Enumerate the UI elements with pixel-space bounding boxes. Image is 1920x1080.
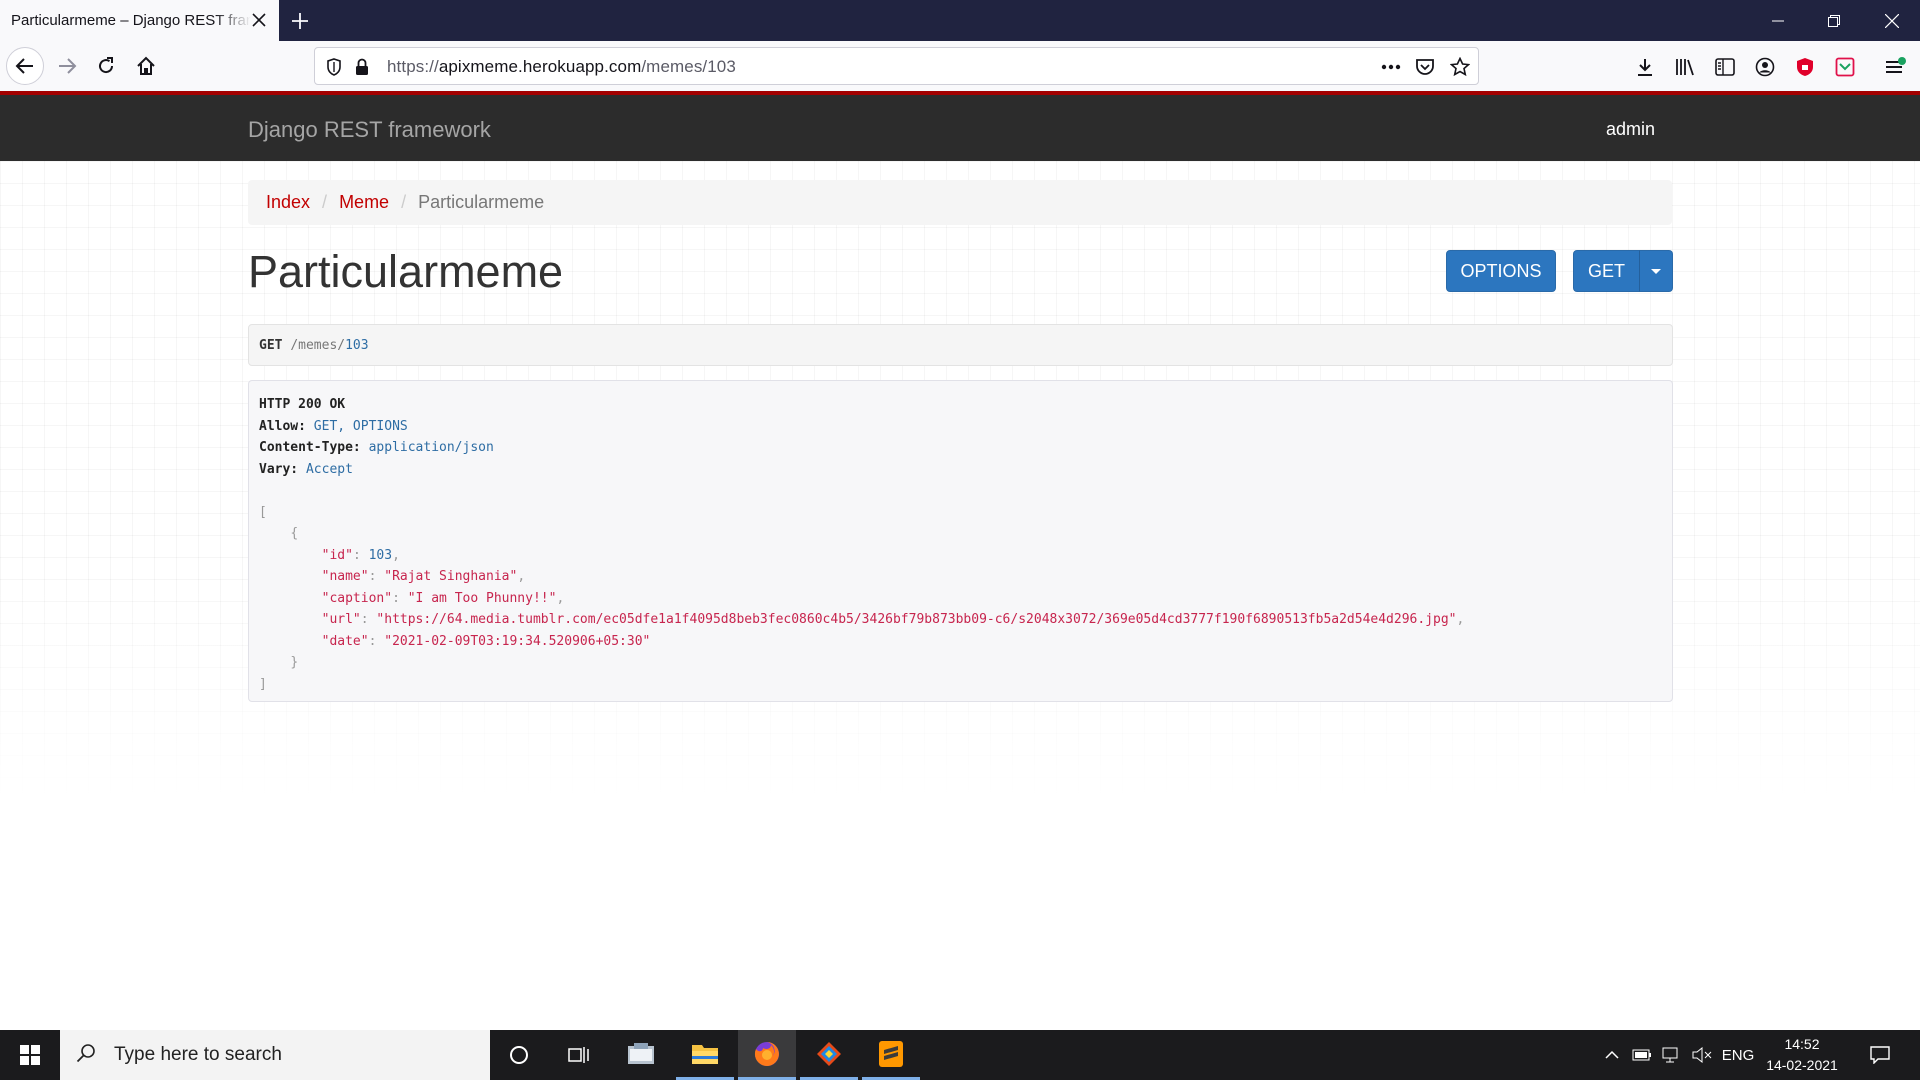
caret-down-icon (1651, 268, 1661, 274)
json-bracket: ] (259, 676, 267, 692)
reload-icon[interactable] (87, 47, 125, 85)
forward-icon[interactable] (48, 47, 86, 85)
browser-tab[interactable]: Particularmeme – Django REST framework (0, 0, 279, 41)
account-icon[interactable] (1753, 55, 1777, 79)
windows-start-icon[interactable] (0, 1030, 60, 1080)
back-icon[interactable] (6, 47, 44, 85)
json-bracket: [ (259, 504, 267, 520)
pocket-icon[interactable] (1414, 56, 1436, 78)
tab-strip: Particularmeme – Django REST framework (0, 0, 1920, 41)
page-title: Particularmeme (248, 246, 564, 297)
search-icon (76, 1043, 96, 1068)
minimize-icon[interactable] (1750, 0, 1806, 41)
close-tab-icon[interactable] (249, 10, 269, 30)
network-icon[interactable] (1658, 1030, 1686, 1080)
json-brace: } (290, 655, 299, 670)
task-view-icon[interactable] (550, 1030, 608, 1080)
pocket-extension-icon[interactable] (1833, 55, 1857, 79)
drf-navbar: Django REST framework admin (0, 95, 1920, 161)
sublime-text-icon[interactable] (862, 1030, 920, 1080)
new-tab-icon[interactable] (287, 8, 313, 34)
navigation-toolbar: https://apixmeme.herokuapp.com/memes/103 (0, 41, 1920, 91)
request-info: GET /memes/103 (248, 324, 1673, 366)
search-placeholder: Type here to search (114, 1044, 282, 1065)
json-key: "name" (321, 569, 369, 584)
user-menu[interactable]: admin (1606, 119, 1655, 140)
url-text: https://apixmeme.herokuapp.com/memes/103 (387, 57, 736, 76)
page-actions-icon[interactable] (1380, 56, 1402, 78)
close-window-icon[interactable] (1864, 0, 1920, 41)
library-icon[interactable] (1673, 55, 1697, 79)
json-value-id: 103 (368, 547, 393, 563)
show-hidden-icons[interactable] (1600, 1030, 1624, 1080)
breadcrumb-meme[interactable]: Meme (339, 192, 389, 213)
breadcrumb-current: Particularmeme (418, 192, 545, 212)
address-bar[interactable]: https://apixmeme.herokuapp.com/memes/103 (314, 47, 1479, 85)
header-value: GET, OPTIONS (313, 418, 408, 434)
header-value: application/json (368, 440, 494, 455)
json-value-name: "Rajat Singhania" (384, 569, 518, 584)
breadcrumb-index[interactable]: Index (266, 192, 310, 213)
breadcrumb: Index / Meme / Particularmeme (248, 180, 1672, 225)
get-format-dropdown[interactable] (1639, 250, 1673, 292)
lock-icon[interactable] (351, 56, 373, 78)
response-info: HTTP 200 OK Allow: GET, OPTIONS Content-… (248, 380, 1673, 702)
response-status: HTTP 200 OK (259, 397, 346, 412)
drf-brand-link[interactable]: Django REST framework (248, 117, 491, 143)
file-explorer-icon[interactable] (676, 1030, 734, 1080)
json-key: "id" (321, 547, 353, 563)
downloads-icon[interactable] (1633, 55, 1657, 79)
ublock-shield-icon[interactable] (1793, 55, 1817, 79)
battery-icon[interactable] (1628, 1030, 1656, 1080)
home-icon[interactable] (127, 47, 165, 85)
git-app-icon[interactable] (800, 1030, 858, 1080)
request-id-link[interactable]: 103 (345, 338, 368, 353)
clock-time: 14:52 (1784, 1036, 1820, 1052)
json-value-date: "2021-02-09T03:19:34.520906+05:30" (384, 633, 651, 649)
header-value: Accept (305, 461, 353, 477)
tracking-protection-icon[interactable] (323, 56, 345, 78)
taskbar-search-box[interactable]: Type here to search (60, 1030, 490, 1080)
header-name: Allow: (259, 418, 306, 434)
json-value-caption: "I am Too Phunny!!" (407, 590, 557, 606)
json-key: "caption" (321, 590, 393, 606)
sidebar-icon[interactable] (1713, 55, 1737, 79)
file-app-icon[interactable] (612, 1030, 670, 1080)
get-button[interactable]: GET (1573, 250, 1640, 292)
restore-icon[interactable] (1806, 0, 1862, 41)
breadcrumb-separator: / (322, 192, 328, 212)
bookmark-star-icon[interactable] (1449, 56, 1471, 78)
input-language[interactable]: ENG (1720, 1030, 1756, 1080)
windows-taskbar: Type here to search ENG 14:52 14-02-2021 (0, 1030, 1920, 1080)
notifications-icon[interactable] (1862, 1030, 1898, 1080)
clock-date: 14-02-2021 (1766, 1057, 1838, 1073)
menu-icon[interactable] (1883, 55, 1907, 79)
request-method: GET (259, 338, 283, 353)
firefox-icon[interactable] (738, 1030, 796, 1080)
json-brace: { (290, 526, 299, 541)
request-path: /memes/ (290, 338, 346, 353)
breadcrumb-separator: / (401, 192, 407, 212)
options-button[interactable]: OPTIONS (1446, 250, 1556, 292)
json-value-url[interactable]: "https://64.media.tumblr.com/ec05dfe1a1f… (376, 612, 1456, 627)
header-name: Vary: (259, 461, 299, 477)
cortana-icon[interactable] (490, 1030, 548, 1080)
json-key: "date" (321, 633, 369, 649)
json-key: "url" (321, 612, 361, 627)
tab-title: Particularmeme – Django REST framework (11, 12, 251, 29)
volume-muted-icon[interactable] (1688, 1030, 1716, 1080)
clock[interactable]: 14:52 14-02-2021 (1752, 1034, 1852, 1076)
header-name: Content-Type: (259, 440, 361, 455)
